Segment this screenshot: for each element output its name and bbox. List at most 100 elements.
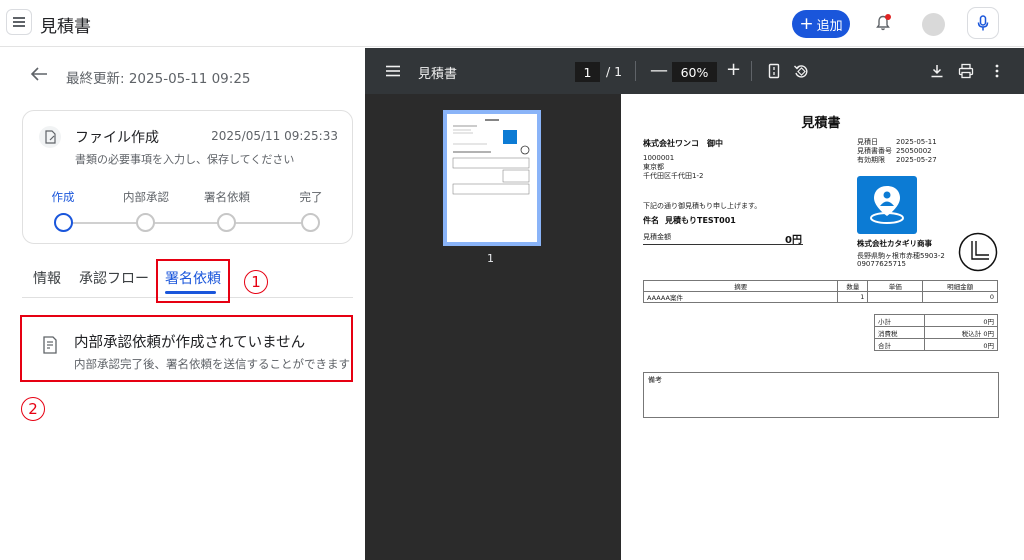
issuer-phone: 09077625715 bbox=[857, 260, 906, 268]
thumbnail-page-number: 1 bbox=[487, 252, 494, 265]
no-approval-notice: 内部承認依頼が作成されていません 内部承認完了後、署名依頼を送信することができま… bbox=[20, 315, 353, 382]
annotation-marker-1: 1 bbox=[244, 270, 268, 294]
last-updated-text: 最終更新: 2025-05-11 09:25 bbox=[66, 71, 251, 87]
notification-badge bbox=[885, 14, 891, 20]
thumbnail-pane: 1 bbox=[365, 94, 621, 560]
tab-info[interactable]: 情報 bbox=[33, 268, 61, 288]
step-circle-create bbox=[54, 213, 73, 232]
pdf-viewer: 見積書 1 / 1 — 60% + 1 見積書 株式会社ワンコ 御中 10000… bbox=[365, 48, 1024, 560]
intro-text: 下記の通り御見積もり申し上げます。 bbox=[643, 202, 762, 210]
header-quantity: 数量 bbox=[837, 280, 869, 292]
notice-description: 内部承認完了後、署名依頼を送信することができます bbox=[74, 357, 350, 371]
zoom-in-button[interactable]: + bbox=[726, 59, 741, 80]
table-row: 小計 0円 bbox=[874, 314, 999, 327]
card-title: ファイル作成 bbox=[75, 130, 159, 146]
page-count: / 1 bbox=[606, 64, 623, 79]
quote-number-label: 見積書番号 bbox=[857, 147, 892, 155]
step-circle-complete bbox=[301, 213, 320, 232]
amount-underline bbox=[643, 244, 803, 245]
header-amount: 明細金額 bbox=[922, 280, 998, 292]
total-value: 0円 bbox=[923, 338, 999, 351]
step-circle-internal-approval bbox=[136, 213, 155, 232]
subtotal-value: 0円 bbox=[923, 314, 999, 327]
amount-label: 見積金額 bbox=[643, 233, 671, 241]
table-header-row: 摘要 数量 単価 明細金額 bbox=[642, 280, 998, 292]
location-person-icon bbox=[870, 186, 904, 224]
tax-label: 消費税 bbox=[874, 326, 925, 339]
plus-icon: + bbox=[799, 13, 814, 34]
header-unit-price: 単価 bbox=[867, 280, 924, 292]
step-label-create: 作成 bbox=[51, 190, 75, 204]
cell-description: AAAAA案件 bbox=[642, 291, 839, 303]
document-title: 見積書 bbox=[801, 116, 841, 131]
page-thumbnail[interactable] bbox=[443, 110, 541, 246]
sidebar-toggle-icon[interactable] bbox=[386, 65, 400, 77]
back-arrow-icon[interactable] bbox=[30, 67, 48, 81]
client-name: 株式会社ワンコ 御中 bbox=[643, 139, 723, 148]
header-description: 摘要 bbox=[642, 280, 839, 292]
total-label: 合計 bbox=[874, 338, 925, 351]
step-label-complete: 完了 bbox=[299, 190, 323, 204]
toolbar-divider bbox=[635, 61, 636, 81]
add-button-label: 追加 bbox=[816, 18, 843, 34]
cell-unit-price bbox=[867, 291, 924, 303]
notice-title: 内部承認依頼が作成されていません bbox=[74, 335, 306, 351]
pdf-toolbar: 見積書 1 / 1 — 60% + bbox=[365, 48, 1024, 94]
avatar[interactable] bbox=[922, 13, 945, 36]
thumbnail-preview-icon bbox=[452, 119, 530, 195]
print-icon[interactable] bbox=[958, 63, 974, 79]
page-title: 見積書 bbox=[40, 17, 91, 37]
client-address: 千代田区千代田1-2 bbox=[643, 172, 704, 180]
tab-approval-flow[interactable]: 承認フロー bbox=[79, 268, 149, 288]
page-number-input[interactable]: 1 bbox=[575, 62, 600, 82]
step-label-signature-request: 署名依頼 bbox=[204, 190, 250, 204]
subject-value: 見積もりTEST001 bbox=[665, 216, 736, 225]
tax-value: 税込計 0円 bbox=[923, 326, 999, 339]
expiry-value: 2025-05-27 bbox=[896, 156, 937, 164]
file-edit-icon bbox=[39, 126, 61, 148]
status-card: ファイル作成 2025/05/11 09:25:33 書類の必要事項を入力し、保… bbox=[22, 110, 353, 244]
download-icon[interactable] bbox=[929, 63, 945, 79]
add-button[interactable]: + 追加 bbox=[792, 10, 850, 38]
table-row: 消費税 税込計 0円 bbox=[874, 326, 999, 339]
zoom-out-button[interactable]: — bbox=[650, 60, 668, 81]
company-logo bbox=[857, 176, 917, 234]
totals-table: 小計 0円 消費税 税込計 0円 合計 0円 bbox=[874, 314, 999, 351]
toolbar-divider bbox=[751, 61, 752, 81]
client-zip: 1000001 bbox=[643, 154, 675, 162]
client-prefecture: 東京都 bbox=[643, 163, 664, 171]
subject-label: 件名 bbox=[643, 216, 659, 225]
quote-number-value: 25050002 bbox=[896, 147, 932, 155]
step-label-internal-approval: 内部承認 bbox=[123, 190, 169, 204]
fit-page-icon[interactable] bbox=[766, 63, 782, 79]
rotate-icon[interactable] bbox=[793, 63, 809, 79]
subtotal-label: 小計 bbox=[874, 314, 925, 327]
pdf-file-title: 見積書 bbox=[418, 67, 458, 82]
document-edit-icon bbox=[43, 336, 57, 354]
voice-input-button[interactable] bbox=[967, 7, 999, 39]
expiry-label: 有効期限 bbox=[857, 156, 885, 164]
top-bar: 見積書 + 追加 bbox=[0, 0, 1024, 47]
date-label: 見積日 bbox=[857, 138, 878, 146]
remarks-box: 備考 bbox=[643, 372, 999, 418]
card-timestamp: 2025/05/11 09:25:33 bbox=[211, 129, 338, 143]
table-row: 合計 0円 bbox=[874, 338, 999, 351]
pdf-page: 見積書 株式会社ワンコ 御中 1000001 東京都 千代田区千代田1-2 見積… bbox=[621, 94, 1024, 560]
line-items-table: 摘要 数量 単価 明細金額 AAAAA案件 1 0 bbox=[642, 280, 998, 303]
step-circle-signature-request bbox=[217, 213, 236, 232]
zoom-level-input[interactable]: 60% bbox=[672, 62, 717, 82]
date-value: 2025-05-11 bbox=[896, 138, 937, 146]
progress-line bbox=[68, 222, 308, 224]
cell-amount: 0 bbox=[922, 291, 998, 303]
more-options-icon[interactable] bbox=[989, 63, 1005, 79]
cell-quantity: 1 bbox=[837, 291, 869, 303]
card-description: 書類の必要事項を入力し、保存してください bbox=[75, 153, 295, 166]
annotation-marker-2: 2 bbox=[21, 397, 45, 421]
annotation-box-tab bbox=[156, 259, 230, 303]
document-detail-panel: 最終更新: 2025-05-11 09:25 ファイル作成 2025/05/11… bbox=[0, 48, 365, 560]
hamburger-icon bbox=[13, 21, 25, 23]
hamburger-menu-button[interactable] bbox=[6, 9, 32, 35]
company-seal-icon bbox=[958, 232, 998, 272]
remarks-label: 備考 bbox=[648, 376, 662, 384]
table-row: AAAAA案件 1 0 bbox=[642, 291, 998, 303]
